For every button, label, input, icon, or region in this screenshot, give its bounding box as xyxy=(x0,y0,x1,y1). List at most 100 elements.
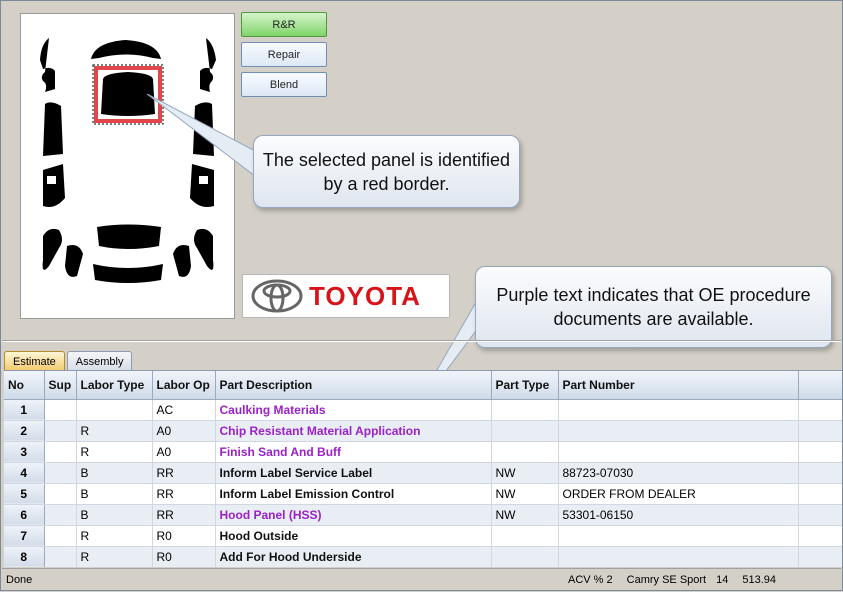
cell-sup[interactable] xyxy=(44,441,77,463)
cell-part-number[interactable] xyxy=(558,420,799,442)
panel-rear-bumper[interactable] xyxy=(93,264,163,283)
col-header-sup[interactable]: Sup xyxy=(44,371,77,400)
rr-button[interactable]: R&R xyxy=(241,12,327,37)
cell-labor-type[interactable]: R xyxy=(76,546,153,567)
cell-labor-type[interactable]: R xyxy=(76,441,153,463)
cell-part-number[interactable]: 88723-07030 xyxy=(558,462,799,484)
cell-price[interactable]: 0 xyxy=(798,441,842,463)
cell-sup[interactable] xyxy=(44,483,77,505)
panel-hood[interactable] xyxy=(101,72,155,116)
cell-price[interactable]: 0 xyxy=(798,399,842,421)
cell-price[interactable] xyxy=(798,546,842,567)
panel-front-bumper[interactable] xyxy=(91,40,161,59)
repair-button[interactable]: Repair xyxy=(241,42,327,67)
col-header-price[interactable]: Pr xyxy=(798,371,842,400)
table-row[interactable]: 2 RA0Chip Resistant Material Application 0 xyxy=(4,420,842,442)
cell-labor-type[interactable]: B xyxy=(76,504,153,526)
cell-price[interactable]: 493 xyxy=(798,504,842,526)
cell-part-type[interactable] xyxy=(491,525,559,547)
cell-labor-op[interactable]: AC xyxy=(152,399,216,421)
cell-part-type[interactable] xyxy=(491,546,559,567)
cell-labor-op[interactable]: RR xyxy=(152,462,216,484)
cell-part-type[interactable]: NW xyxy=(491,483,559,505)
cell-price[interactable]: 0 xyxy=(798,462,842,484)
cell-labor-op[interactable]: A0 xyxy=(152,420,216,442)
cell-price[interactable]: 1 xyxy=(798,483,842,505)
vehicle-panels-svg xyxy=(40,38,216,283)
cell-labor-op[interactable]: R0 xyxy=(152,525,216,547)
blend-button[interactable]: Blend xyxy=(241,72,327,97)
cell-no[interactable]: 5 xyxy=(4,483,45,505)
cell-no[interactable]: 1 xyxy=(4,399,45,421)
col-header-part-number[interactable]: Part Number xyxy=(558,371,799,400)
tab-assembly[interactable]: Assembly xyxy=(66,351,133,371)
splitter[interactable] xyxy=(2,340,841,342)
cell-labor-type[interactable]: B xyxy=(76,483,153,505)
cell-desc[interactable]: Hood Panel (HSS) xyxy=(215,504,492,526)
cell-desc[interactable]: Add For Hood Underside xyxy=(215,546,492,567)
cell-part-type[interactable] xyxy=(491,441,559,463)
cell-price[interactable] xyxy=(798,525,842,547)
cell-no[interactable]: 3 xyxy=(4,441,45,463)
cell-sup[interactable] xyxy=(44,525,77,547)
cell-desc[interactable]: Hood Outside xyxy=(215,525,492,547)
panel-left-front-fender[interactable] xyxy=(40,38,55,92)
cell-part-number[interactable]: ORDER FROM DEALER xyxy=(558,483,799,505)
panel-left-rear-door[interactable] xyxy=(43,164,65,207)
cell-part-type[interactable] xyxy=(491,399,559,421)
panel-left-rear-quarter[interactable] xyxy=(42,228,62,270)
cell-labor-type[interactable]: R xyxy=(76,525,153,547)
table-row[interactable]: 7 R R0 Hood Outside xyxy=(4,525,842,547)
cell-price[interactable]: 0 xyxy=(798,420,842,442)
cell-sup[interactable] xyxy=(44,546,77,567)
cell-part-number[interactable] xyxy=(558,546,799,567)
cell-sup[interactable] xyxy=(44,399,77,421)
cell-part-number[interactable] xyxy=(558,399,799,421)
cell-sup[interactable] xyxy=(44,462,77,484)
col-header-no[interactable]: No xyxy=(4,371,45,400)
callout-purple-text: Purple text indicates that OE procedure … xyxy=(475,266,832,348)
cell-no[interactable]: 7 xyxy=(4,525,45,547)
cell-no[interactable]: 2 xyxy=(4,420,45,442)
col-header-part-type[interactable]: Part Type xyxy=(491,371,559,400)
cell-no[interactable]: 8 xyxy=(4,546,45,567)
cell-desc[interactable]: Caulking Materials xyxy=(215,399,492,421)
panel-trunk-lid[interactable] xyxy=(97,224,161,250)
cell-desc[interactable]: Chip Resistant Material Application xyxy=(215,420,492,442)
cell-labor-op[interactable]: A0 xyxy=(152,441,216,463)
cell-part-number[interactable] xyxy=(558,525,799,547)
cell-sup[interactable] xyxy=(44,504,77,526)
panel-right-rear-door[interactable] xyxy=(190,164,214,207)
cell-labor-type[interactable] xyxy=(76,399,153,421)
cell-labor-op[interactable]: RR xyxy=(152,504,216,526)
cell-part-number[interactable]: 53301-06150 xyxy=(558,504,799,526)
col-header-part-description[interactable]: Part Description xyxy=(215,371,492,400)
cell-labor-op[interactable]: R0 xyxy=(152,546,216,567)
cell-part-type[interactable]: NW xyxy=(491,504,559,526)
cell-desc[interactable]: Inform Label Emission Control xyxy=(215,483,492,505)
table-row[interactable]: 6 BRRHood Panel (HSS)NW53301-06150493 xyxy=(4,504,842,526)
cell-sup[interactable] xyxy=(44,420,77,442)
cell-labor-op[interactable]: RR xyxy=(152,483,216,505)
panel-right-rear-quarter[interactable] xyxy=(194,228,214,270)
cell-part-number[interactable] xyxy=(558,441,799,463)
col-header-labor-op[interactable]: Labor Op xyxy=(152,371,216,400)
tab-estimate[interactable]: Estimate xyxy=(4,351,65,371)
panel-left-front-door[interactable] xyxy=(43,102,63,156)
cell-no[interactable]: 4 xyxy=(4,462,45,484)
table-row[interactable]: 8 R R0 Add For Hood Underside xyxy=(4,546,842,567)
panel-right-front-fender[interactable] xyxy=(200,38,216,92)
table-row[interactable]: 1 ACCaulking Materials 0 xyxy=(4,399,842,421)
cell-no[interactable]: 6 xyxy=(4,504,45,526)
panel-right-front-door[interactable] xyxy=(193,102,214,156)
col-header-labor-type[interactable]: Labor Type xyxy=(76,371,153,400)
cell-part-type[interactable] xyxy=(491,420,559,442)
table-row[interactable]: 3 RA0Finish Sand And Buff 0 xyxy=(4,441,842,463)
table-row[interactable]: 4 B RR Inform Label Service Label NW 88723-07… xyxy=(4,462,842,484)
cell-desc[interactable]: Inform Label Service Label xyxy=(215,462,492,484)
cell-labor-type[interactable]: B xyxy=(76,462,153,484)
cell-desc[interactable]: Finish Sand And Buff xyxy=(215,441,492,463)
table-row[interactable]: 5 B RR Inform Label Emission Control NW ORDER… xyxy=(4,483,842,505)
cell-part-type[interactable]: NW xyxy=(491,462,559,484)
cell-labor-type[interactable]: R xyxy=(76,420,153,442)
